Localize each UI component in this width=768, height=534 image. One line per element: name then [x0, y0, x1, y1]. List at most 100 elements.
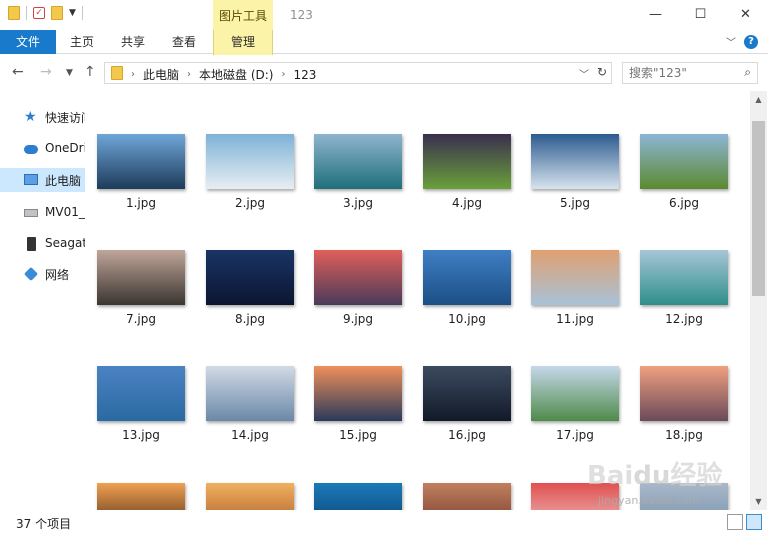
file-name: 8.jpg: [234, 312, 266, 326]
customize-toolbar-icon[interactable]: ▼: [69, 8, 76, 18]
folder-icon: [8, 6, 20, 20]
recent-locations-icon[interactable]: ▼: [66, 68, 73, 78]
forward-arrow-icon[interactable]: →: [40, 64, 52, 80]
watermark-logo: Baidu经验: [587, 461, 723, 491]
file-name: 11.jpg: [556, 312, 594, 326]
file-item[interactable]: 14.jpg: [205, 366, 295, 442]
ribbon-tabs: 文件 主页 共享 查看 管理 ﹀ ?: [0, 30, 768, 55]
minimize-button[interactable]: —: [633, 0, 678, 30]
image-thumbnail: [314, 250, 402, 305]
tab-manage[interactable]: 管理: [213, 30, 273, 55]
file-item[interactable]: 7.jpg: [96, 250, 186, 326]
search-icon[interactable]: ⌕: [744, 65, 751, 80]
file-list: 1.jpg 2.jpg 3.jpg 4.jpg 5.jpg 6.jpg 7.jpg 8.jpg…: [85, 91, 750, 510]
properties-icon[interactable]: ✓: [33, 7, 45, 19]
help-icon[interactable]: ?: [744, 34, 758, 49]
image-thumbnail: [423, 483, 511, 510]
file-name: 6.jpg: [668, 196, 700, 210]
file-item[interactable]: 17.jpg: [530, 366, 620, 442]
file-item[interactable]: 13.jpg: [96, 366, 186, 442]
file-name: 16.jpg: [448, 428, 486, 442]
file-name: 3.jpg: [342, 196, 374, 210]
address-bar[interactable]: › 此电脑 › 本地磁盘 (D:) › 123 ﹀ ↻: [104, 62, 612, 84]
chevron-right-icon[interactable]: ›: [131, 69, 135, 80]
file-item[interactable]: 10.jpg: [422, 250, 512, 326]
new-folder-icon[interactable]: [51, 6, 63, 20]
address-dropdown-icon[interactable]: ﹀: [579, 66, 589, 81]
drive-icon: [24, 209, 38, 217]
file-name: 13.jpg: [122, 428, 160, 442]
nav-item-network[interactable]: 网络: [0, 262, 85, 286]
separator: [81, 6, 83, 20]
search-box[interactable]: ⌕: [622, 62, 758, 84]
nav-item-seagate[interactable]: Seagate: [0, 232, 85, 256]
file-item[interactable]: 5.jpg: [530, 134, 620, 210]
image-thumbnail: [97, 250, 185, 305]
file-name: 9.jpg: [342, 312, 374, 326]
tab-share[interactable]: 共享: [111, 30, 155, 54]
file-item[interactable]: [205, 483, 295, 510]
file-name: 1.jpg: [125, 196, 157, 210]
up-arrow-icon[interactable]: ↑: [84, 64, 96, 80]
scrollbar-thumb[interactable]: [752, 121, 765, 296]
close-button[interactable]: ✕: [723, 0, 768, 30]
nav-item-label: 网络: [45, 268, 70, 282]
back-arrow-icon[interactable]: ←: [12, 64, 24, 80]
tab-file[interactable]: 文件: [0, 30, 56, 54]
scroll-up-icon[interactable]: ▲: [750, 91, 767, 108]
minimize-icon: —: [649, 7, 662, 22]
image-thumbnail: [206, 250, 294, 305]
maximize-button[interactable]: ☐: [678, 0, 723, 30]
breadcrumb-this-pc[interactable]: 此电脑: [143, 66, 179, 83]
file-item[interactable]: 12.jpg: [639, 250, 729, 326]
star-icon: ★: [24, 109, 37, 125]
tab-home[interactable]: 主页: [60, 30, 104, 54]
file-name: 15.jpg: [339, 428, 377, 442]
file-item[interactable]: 8.jpg: [205, 250, 295, 326]
file-item[interactable]: 11.jpg: [530, 250, 620, 326]
item-count: 37 个项目: [16, 517, 72, 531]
file-item[interactable]: 9.jpg: [313, 250, 403, 326]
nav-item-quick-access[interactable]: ★ 快速访问: [0, 105, 85, 129]
nav-item-label: OneDrive: [45, 141, 85, 155]
nav-item-label: 快速访问: [45, 111, 85, 125]
file-item[interactable]: 4.jpg: [422, 134, 512, 210]
file-item[interactable]: [96, 483, 186, 510]
chevron-right-icon[interactable]: ›: [281, 69, 285, 80]
image-thumbnail: [640, 134, 728, 189]
file-name: 18.jpg: [665, 428, 703, 442]
file-item[interactable]: 16.jpg: [422, 366, 512, 442]
image-thumbnail: [314, 366, 402, 421]
details-view-icon[interactable]: [727, 514, 743, 530]
nav-item-mv01[interactable]: MV01_: [0, 201, 85, 225]
file-item[interactable]: [422, 483, 512, 510]
file-name: 7.jpg: [125, 312, 157, 326]
file-item[interactable]: 3.jpg: [313, 134, 403, 210]
image-thumbnail: [206, 483, 294, 510]
chevron-right-icon[interactable]: ›: [187, 69, 191, 80]
image-thumbnail: [640, 250, 728, 305]
file-item[interactable]: 15.jpg: [313, 366, 403, 442]
image-thumbnail: [97, 483, 185, 510]
file-item[interactable]: [313, 483, 403, 510]
refresh-icon[interactable]: ↻: [597, 65, 607, 79]
vertical-scrollbar[interactable]: ▲ ▼: [750, 91, 767, 510]
tab-view[interactable]: 查看: [162, 30, 206, 54]
breadcrumb-folder[interactable]: 123: [293, 68, 316, 82]
breadcrumb-local-disk[interactable]: 本地磁盘 (D:): [199, 66, 273, 83]
image-thumbnail: [640, 366, 728, 421]
scroll-down-icon[interactable]: ▼: [750, 493, 767, 510]
file-item[interactable]: 2.jpg: [205, 134, 295, 210]
nav-item-this-pc[interactable]: 此电脑: [0, 168, 85, 192]
nav-item-label: MV01_: [45, 205, 85, 219]
search-input[interactable]: [623, 63, 733, 83]
large-icons-view-icon[interactable]: [746, 514, 762, 530]
expand-ribbon-icon[interactable]: ﹀: [726, 34, 736, 49]
separator: [26, 6, 27, 20]
file-item[interactable]: 6.jpg: [639, 134, 729, 210]
file-name: 5.jpg: [559, 196, 591, 210]
nav-item-onedrive[interactable]: OneDrive: [0, 137, 85, 161]
file-item[interactable]: 18.jpg: [639, 366, 729, 442]
file-item[interactable]: 1.jpg: [96, 134, 186, 210]
file-name: 14.jpg: [231, 428, 269, 442]
